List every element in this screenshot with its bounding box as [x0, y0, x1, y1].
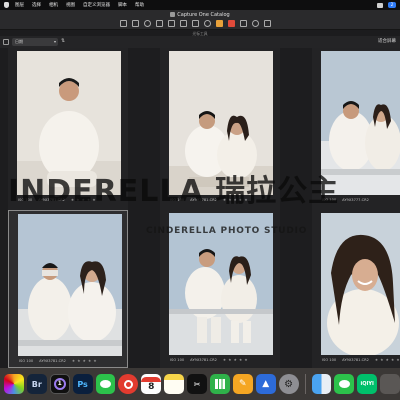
settings-icon[interactable]: ⚙ [278, 374, 299, 394]
rating-stars[interactable]: ★ ★ ★ ★ ★ [71, 198, 96, 202]
thumbnail-cell[interactable]: ISO 100 AY9X3777.CR2 [312, 48, 400, 212]
window-title: Capture One Catalog [0, 12, 400, 18]
undo-tool-icon[interactable] [252, 20, 259, 27]
menu-item-view[interactable]: 视图 [66, 2, 75, 8]
sort-select[interactable]: 日期 ▾ [12, 38, 58, 46]
photo-thumbnail[interactable] [169, 213, 273, 355]
menu-item-select[interactable]: 选择 [32, 2, 41, 8]
rating-stars[interactable]: ★ ★ ★ ★ ★ [223, 358, 248, 362]
annotate-tool-icon[interactable] [228, 20, 235, 27]
finder-icon[interactable] [311, 374, 332, 394]
thumbnail-cell[interactable]: ISO 100 AY9X3781.CR2 ★ ★ ★ ★ ★ [8, 48, 128, 212]
control-center-icon[interactable] [377, 2, 383, 8]
window-titlebar: Capture One Catalog [0, 10, 400, 30]
photo-grid: ISO 100 AY9X3781.CR2 ★ ★ ★ ★ ★ ISO 100 A… [0, 48, 400, 368]
calendar-icon[interactable]: 8 [141, 374, 162, 394]
notification-badge[interactable]: 2 [388, 2, 396, 8]
keynote-icon[interactable]: ▲ [255, 374, 276, 394]
keystone-tool-icon[interactable] [180, 20, 187, 27]
photo-thumbnail[interactable] [18, 214, 122, 356]
apple-icon[interactable] [4, 2, 9, 8]
rating-stars[interactable]: ★ ★ ★ ★ ★ [375, 358, 400, 362]
catalog-icon [170, 12, 176, 17]
pan-tool-icon[interactable] [120, 20, 127, 27]
menu-item-layers[interactable]: 图层 [15, 2, 24, 8]
photo-thumbnail[interactable] [169, 51, 273, 195]
photo-metadata: ISO 100 AY9X3777.CR2 [322, 198, 369, 202]
select-tool-icon[interactable] [132, 20, 139, 27]
menu-item-help[interactable]: 帮助 [135, 2, 144, 8]
thumbnail-cell[interactable]: ISO 100 AY9X3781.CR2 ★ ★ ★ ★ ★ [160, 210, 280, 368]
thumbnail-cell[interactable]: ISO 100 AY9X3781.CR2 ★ ★ ★ ★ ★ [312, 210, 400, 368]
thumbnail-cell-selected[interactable]: ISO 100 AY9X3781.CR2 ★ ★ ★ ★ ★ [8, 210, 128, 368]
notes-icon[interactable] [164, 374, 185, 394]
redo-tool-icon[interactable] [264, 20, 271, 27]
picker-tool-icon[interactable] [216, 20, 223, 27]
rotate-tool-icon[interactable] [168, 20, 175, 27]
app-icon[interactable] [380, 374, 400, 394]
dock-divider [304, 374, 306, 394]
sort-direction-icon[interactable]: ⇅ [61, 38, 65, 44]
reset-tool-icon[interactable] [240, 20, 247, 27]
brush-tool-icon[interactable] [204, 20, 211, 27]
pages-icon[interactable]: ✎ [232, 374, 253, 394]
fit-screen-label[interactable]: 适合屏幕 [378, 38, 396, 44]
rating-stars[interactable]: ★ ★ ★ ★ ★ [72, 359, 97, 363]
bridge-icon[interactable]: Br [26, 374, 47, 394]
photo-metadata: ISO 100 AY9X3781.CR2 ★ ★ ★ ★ ★ [18, 198, 97, 202]
menu-item-custom-browser[interactable]: 自定义浏览器 [83, 2, 110, 8]
wechat-icon[interactable] [334, 374, 355, 394]
browser-toolbar: 日期 ▾ ⇅ 适合屏幕 [0, 36, 400, 48]
cursor-tools [120, 20, 271, 27]
photo-thumbnail[interactable] [321, 213, 400, 355]
wechat-icon[interactable] [95, 374, 116, 394]
photo-metadata: ISO 100 AY9X3781.CR2 ★ ★ ★ ★ ★ [322, 358, 400, 362]
photo-metadata: ISO 100 AY9X3781.CR2 ★ ★ ★ ★ ★ [170, 358, 249, 362]
photos-icon[interactable] [4, 374, 24, 394]
iqiyi-icon[interactable]: iQIYI [357, 374, 378, 394]
thumbnail-cell[interactable]: ISO 100 AY9X3781.CR2 ★ ★ ★ ★ ★ [160, 48, 280, 212]
chevron-down-icon: ▾ [53, 39, 56, 44]
loupe-tool-icon[interactable] [144, 20, 151, 27]
menu-bar: 图层 选择 相机 视图 自定义浏览器 脚本 帮助 2 [0, 0, 400, 10]
photoshop-icon[interactable]: Ps [72, 374, 93, 394]
spot-tool-icon[interactable] [192, 20, 199, 27]
photo-metadata: ISO 100 AY9X3781.CR2 ★ ★ ★ ★ ★ [19, 359, 98, 363]
crop-tool-icon[interactable] [156, 20, 163, 27]
capcut-icon[interactable]: ✂ [187, 374, 208, 394]
dock: Br 1 Ps 8 ✂ ✎ ▲ ⚙ iQIYI [0, 368, 400, 400]
capture-one-icon[interactable]: 1 [49, 374, 70, 394]
menu-item-camera[interactable]: 相机 [49, 2, 58, 8]
netease-music-icon[interactable] [118, 374, 139, 394]
numbers-icon[interactable] [210, 374, 230, 394]
photo-metadata: ISO 100 AY9X3781.CR2 ★ ★ ★ ★ ★ [170, 198, 249, 202]
photo-thumbnail[interactable] [321, 51, 400, 195]
photo-thumbnail[interactable] [17, 51, 121, 195]
menu-item-scripts[interactable]: 脚本 [118, 2, 127, 8]
rating-stars[interactable]: ★ ★ ★ ★ ★ [223, 198, 248, 202]
sidebar-toggle-icon[interactable] [3, 39, 9, 45]
